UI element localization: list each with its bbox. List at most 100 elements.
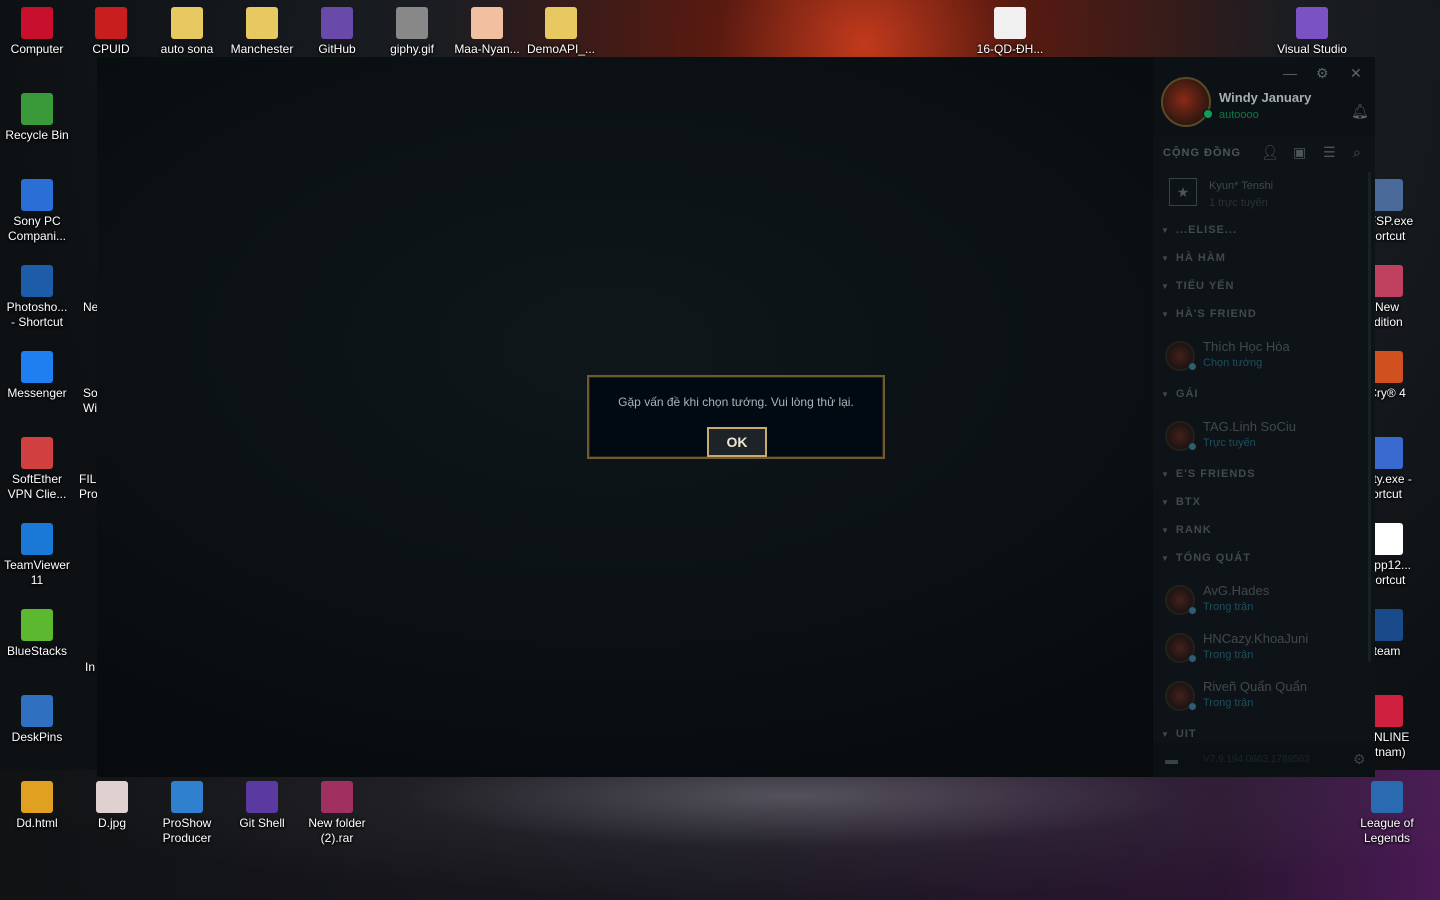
search-icon[interactable]: ⌕ [1353,144,1361,161]
desktop-shortcut[interactable]: ProShow Producer [150,777,224,846]
list-item[interactable]: Thích Học Hóa Chọn tướng [1163,337,1363,377]
softether-icon [21,437,53,469]
dialog-message: Gặp vấn đề khi chọn tướng. Vui lòng thử … [618,395,854,409]
dialog-divider [603,457,703,458]
friend-name: Thích Học Hóa [1203,339,1290,354]
section-title: CỘNG ĐỒNG [1163,147,1242,159]
club-name[interactable]: Kyun* Tenshi [1209,180,1273,192]
photoshop-icon [21,265,53,297]
desktop-shortcut[interactable]: Maa-Nyan... [450,3,524,57]
shortcut-label: giphy.gif [390,42,434,56]
image-file-icon [396,7,428,39]
desktop-shortcut[interactable]: DeskPins [0,691,74,745]
friend-group[interactable]: ▼ HÀ'S FRIEND [1161,308,1257,320]
desktop-shortcut[interactable]: GitHub [300,3,374,57]
status-dot-icon [1189,607,1196,614]
chat-icon[interactable]: ▬ [1165,752,1178,767]
friend-group[interactable]: ▼ HÀ HÀM [1161,252,1226,264]
friend-group[interactable]: ▼ UIT [1161,728,1197,740]
friend-name: AvG.Hades [1203,583,1270,598]
desktop-shortcut[interactable]: Sony PC Compani... [0,175,74,244]
shortcut-label: TeamViewer 11 [4,558,70,587]
github-icon [321,7,353,39]
friend-group[interactable]: ▼ TỔNG QUÁT [1161,552,1251,564]
list-item[interactable]: HNCazy.KhoaJuni Trong trận [1163,629,1363,669]
version-label: V7.9.194.0663.1789563 [1203,754,1310,765]
desktop-shortcut[interactable]: Visual Studio [1275,3,1349,57]
desktop-shortcut[interactable]: BlueStacks [0,605,74,659]
manchester-united-icon [21,7,53,39]
online-status-icon [1203,109,1213,119]
desktop-shortcut[interactable]: Manchester [225,3,299,57]
friend-group[interactable]: ▼ BTX [1161,496,1201,508]
list-item[interactable]: AvG.Hades Trong trận [1163,581,1363,621]
friend-name: HNCazy.KhoaJuni [1203,631,1309,646]
status-dot-icon [1189,363,1196,370]
desktop-shortcut[interactable]: Photosho... - Shortcut [0,261,74,330]
messenger-icon [21,351,53,383]
desktop-shortcut[interactable]: SoftEther VPN Clie... [0,433,74,502]
chrome-icon [21,781,53,813]
shortcut-label: BlueStacks [6,644,68,658]
add-friend-icon[interactable]: 👤︎ [1261,144,1279,161]
shortcut-label: Maa-Nyan... [454,42,520,56]
shortcut-label: Sony PC Compani... [7,214,67,243]
game-online-icon [1371,695,1403,727]
desktop-shortcut[interactable]: giphy.gif [375,3,449,57]
visual-studio-icon [1296,7,1328,39]
cpuid-icon [95,7,127,39]
desktop-shortcut[interactable]: League of Legends [1350,777,1424,846]
shortcut-label: Recycle Bin [5,128,69,142]
add-folder-icon[interactable]: ▣ [1293,144,1306,161]
shortcut-label: Photosho... - Shortcut [6,300,68,329]
desktop-shortcut[interactable]: Dd.html [0,777,74,831]
friend-group[interactable]: ▼ TIỂU YẾN [1161,280,1234,292]
desktop-shortcut[interactable]: New folder (2).rar [300,777,374,846]
settings-icon[interactable]: ⚙ [1353,751,1366,768]
bluestacks-icon [21,609,53,641]
user-status[interactable]: autoooo [1219,109,1259,121]
shortcut-label: auto sona [160,42,214,56]
simcity-icon [1371,437,1403,469]
friend-group[interactable]: ▼ ...ELISE... [1161,224,1237,236]
shortcut-label: 16-QD-ĐH... [976,42,1044,56]
desktop-shortcut[interactable]: auto sona [150,3,224,57]
desktop-shortcut[interactable]: DemoAPI_... [524,3,598,57]
user-name[interactable]: Windy January [1219,90,1311,105]
profile-header: — ⚙ ✕ Windy January autoooo 🔔︎ [1153,57,1375,137]
shortcut-label: D.jpg [97,816,126,830]
friend-group[interactable]: ▼ RANK [1161,524,1212,536]
desktop-shortcut[interactable]: Recycle Bin [0,89,74,143]
bell-icon[interactable]: 🔔︎ [1351,103,1369,120]
status-dot-icon [1189,443,1196,450]
friend-status: Trong trận [1203,649,1254,661]
list-icon[interactable]: ☰ [1323,144,1336,161]
ok-button[interactable]: OK [707,427,767,457]
error-dialog: Gặp vấn đề khi chọn tướng. Vui lòng thử … [587,375,885,459]
desktop-shortcut[interactable]: TeamViewer 11 [0,519,74,588]
desktop-shortcut[interactable]: Git Shell [225,777,299,831]
assassin-icon [1371,179,1403,211]
list-item[interactable]: TAG.Linh SoCiu Trực tuyến [1163,417,1363,457]
gear-icon[interactable]: ⚙ [1316,65,1329,82]
desktop-shortcut[interactable]: D.jpg [75,777,149,831]
list-item[interactable]: Riveñ Quẩn Quẩn Trong trận [1163,677,1363,717]
shortcut-label: SoftEther VPN Clie... [7,472,67,501]
scrollbar[interactable] [1368,172,1371,662]
close-icon[interactable]: ✕ [1350,65,1362,82]
friend-status: Trong trận [1203,601,1254,613]
shortcut-label: Git Shell [239,816,285,830]
club-status: 1 trực tuyến [1209,197,1268,209]
desktop-shortcut[interactable]: Computer [0,3,74,57]
folder-icon [246,7,278,39]
friend-group[interactable]: ▼ GÁI [1161,388,1198,400]
desktop-shortcut[interactable]: Messenger [0,347,74,401]
avatar[interactable] [1161,77,1211,127]
jpg-image-icon [96,781,128,813]
friend-group[interactable]: ▼ E'S FRIENDS [1161,468,1256,480]
desktop-shortcut[interactable]: 16-QD-ĐH... [973,3,1047,57]
dialog-divider [771,457,871,458]
minimize-icon[interactable]: — [1283,65,1297,81]
shortcut-label: Visual Studio [1277,42,1347,56]
friends-panel: — ⚙ ✕ Windy January autoooo 🔔︎ CỘNG ĐỒNG… [1153,57,1375,777]
